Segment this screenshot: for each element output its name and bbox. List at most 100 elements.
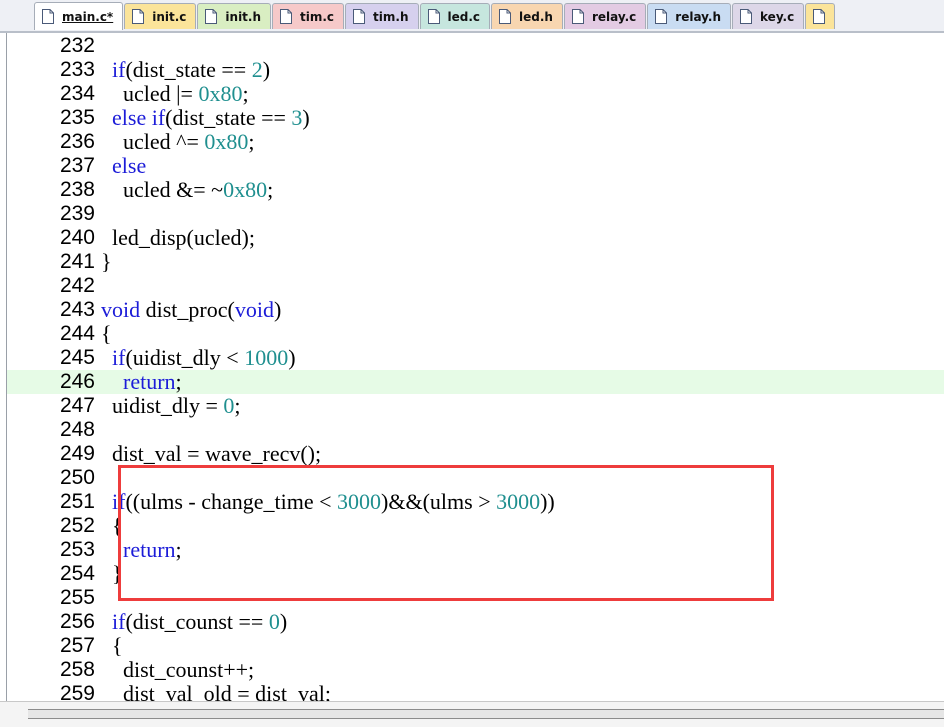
tab-led-h[interactable]: led.h xyxy=(491,3,563,29)
code-editor[interactable]: 232 233 if(dist_state == 2) 234 ucled |= 0… xyxy=(6,33,944,701)
code-line[interactable]: 241} xyxy=(7,250,944,274)
code-line[interactable]: 250 xyxy=(7,466,944,490)
code-text: else xyxy=(101,154,146,178)
file-tab-bar: main.c* init.c init.h tim.c tim.h led.c led.h r… xyxy=(0,0,944,33)
code-token: (uidist_dly < xyxy=(125,345,245,370)
code-number: 3 xyxy=(291,105,303,130)
code-line[interactable]: 236 ucled ^= 0x80; xyxy=(7,130,944,154)
code-line[interactable]: 235 else if(dist_state == 3) xyxy=(7,106,944,130)
code-keyword: else xyxy=(112,153,147,178)
code-line[interactable]: 232 xyxy=(7,34,944,58)
tab-label: tim.h xyxy=(373,9,409,24)
code-text: } xyxy=(101,250,112,274)
line-number: 252 xyxy=(59,514,95,537)
code-number: 0x80 xyxy=(223,177,268,202)
code-token: } xyxy=(101,561,123,586)
code-line[interactable]: 253 return; xyxy=(7,538,944,562)
code-token: led_disp(ucled); xyxy=(101,225,255,250)
code-number: 1000 xyxy=(244,345,289,370)
h-file-icon xyxy=(353,9,366,24)
code-line[interactable]: 239 xyxy=(7,202,944,226)
code-line[interactable]: 243 void dist_proc(void) xyxy=(7,298,944,322)
code-line[interactable]: 256 if(dist_counst == 0) xyxy=(7,610,944,634)
tab-relay-c[interactable]: relay.c xyxy=(563,3,647,29)
code-text: return; xyxy=(101,370,182,394)
code-line[interactable]: 248 xyxy=(7,418,944,442)
code-line[interactable]: 237 else xyxy=(7,154,944,178)
code-keyword: if xyxy=(112,609,126,634)
code-line[interactable]: 246 return; xyxy=(7,370,944,394)
code-number: 2 xyxy=(251,57,263,82)
code-token: { xyxy=(101,321,112,346)
code-token: } xyxy=(101,249,112,274)
tab-label: key.c xyxy=(760,9,795,24)
code-line[interactable]: 254 } xyxy=(7,562,944,586)
tab-label: led.h xyxy=(519,9,553,24)
tab-label: relay.h xyxy=(675,9,722,24)
tab-init-h[interactable]: init.h xyxy=(197,3,272,29)
line-number: 253 xyxy=(59,538,95,561)
code-line[interactable]: 233 if(dist_state == 2) xyxy=(7,58,944,82)
code-text: led_disp(ucled); xyxy=(101,226,255,250)
code-line[interactable]: 249 dist_val = wave_recv(); xyxy=(7,442,944,466)
tab-init-c[interactable]: init.c xyxy=(124,3,197,29)
tab-overflow[interactable] xyxy=(805,3,836,29)
code-token: ; xyxy=(234,393,241,418)
tab-strip: main.c* init.c init.h tim.c tim.h led.c led.h r… xyxy=(34,2,836,30)
code-token: ; xyxy=(175,369,182,394)
c-file-icon xyxy=(571,9,584,24)
code-line[interactable]: 251 if((ulms - change_time < 3000)&&(ulm… xyxy=(7,490,944,514)
code-text: dist_val_old = dist_val; xyxy=(101,682,331,702)
tab-label: tim.c xyxy=(300,9,335,24)
line-number: 255 xyxy=(59,586,95,609)
code-token: ; xyxy=(242,81,249,106)
code-token: dist_val = wave_recv(); xyxy=(101,441,322,466)
code-text: { xyxy=(101,322,112,346)
code-token: ) xyxy=(288,345,296,370)
code-line[interactable]: 234 ucled |= 0x80; xyxy=(7,82,944,106)
tab-main-c[interactable]: main.c* xyxy=(34,2,124,30)
code-number: 0 xyxy=(268,609,280,634)
tab-label: relay.c xyxy=(591,9,637,24)
horizontal-scrollbar[interactable] xyxy=(28,709,944,719)
c-file-icon xyxy=(427,9,440,24)
code-text: { xyxy=(101,634,123,658)
code-line[interactable]: 252 { xyxy=(7,514,944,538)
tab-led-c[interactable]: led.c xyxy=(419,3,491,29)
c-file-icon xyxy=(132,9,145,24)
code-line[interactable]: 242 xyxy=(7,274,944,298)
code-line[interactable]: 244 { xyxy=(7,322,944,346)
code-line[interactable]: 257 { xyxy=(7,634,944,658)
code-line[interactable]: 245 if(uidist_dly < 1000) xyxy=(7,346,944,370)
h-file-icon xyxy=(499,9,512,24)
code-line[interactable]: 240 led_disp(ucled); xyxy=(7,226,944,250)
code-line[interactable]: 247 uidist_dly = 0; xyxy=(7,394,944,418)
code-text: if((ulms - change_time < 3000)&&(ulms > … xyxy=(101,490,555,514)
code-line[interactable]: 259 dist_val_old = dist_val; xyxy=(7,682,944,702)
code-keyword: return xyxy=(123,369,176,394)
code-token: ucled |= xyxy=(101,81,199,106)
code-text: if(dist_counst == 0) xyxy=(101,610,287,634)
line-number: 237 xyxy=(59,154,95,177)
line-number: 251 xyxy=(59,490,95,513)
h-file-icon xyxy=(205,9,218,24)
line-number: 249 xyxy=(59,442,95,465)
tab-key-c[interactable]: key.c xyxy=(732,3,805,29)
line-number: 232 xyxy=(59,34,95,57)
code-token: ; xyxy=(267,177,274,202)
code-text: dist_val = wave_recv(); xyxy=(101,442,321,466)
code-token: dist_proc( xyxy=(140,297,235,322)
code-line[interactable]: 258 dist_counst++; xyxy=(7,658,944,682)
tab-relay-h[interactable]: relay.h xyxy=(647,3,732,29)
line-number: 254 xyxy=(59,562,95,585)
code-line[interactable]: 255 xyxy=(7,586,944,610)
tab-label: init.c xyxy=(152,9,187,24)
line-number: 240 xyxy=(59,226,95,249)
code-text: ucled ^= 0x80; xyxy=(101,130,255,154)
code-line[interactable]: 238 ucled &= ~0x80; xyxy=(7,178,944,202)
tab-tim-c[interactable]: tim.c xyxy=(272,3,345,29)
tab-tim-h[interactable]: tim.h xyxy=(345,3,419,29)
code-keyword: void xyxy=(101,297,141,322)
